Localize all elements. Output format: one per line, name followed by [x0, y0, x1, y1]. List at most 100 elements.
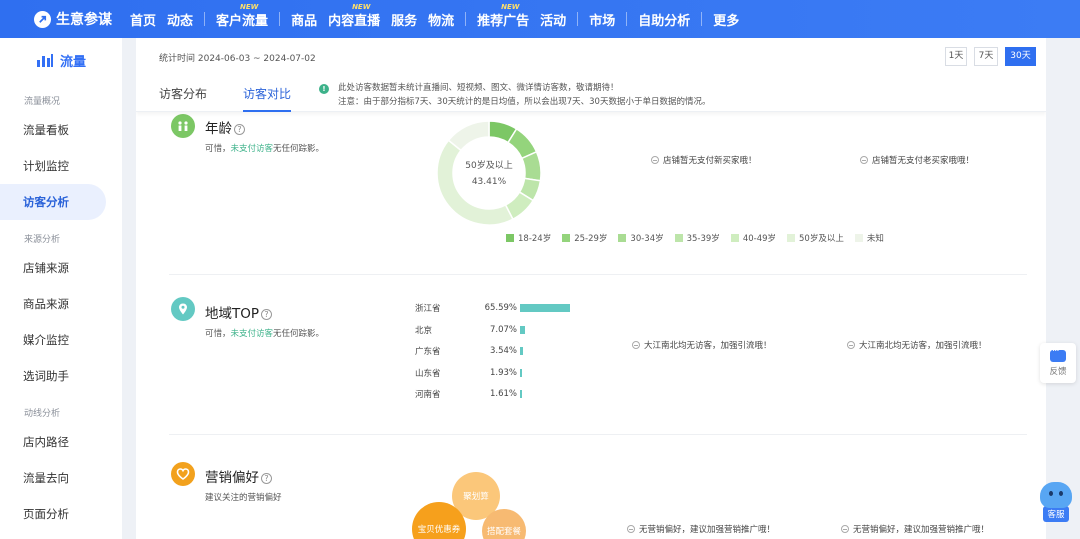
donut-center-category: 50岁及以上	[465, 161, 513, 171]
nav-separator	[465, 12, 467, 26]
nav-item-5[interactable]: 内容 NEW	[328, 3, 370, 29]
legend-item[interactable]: 30-34岁	[618, 232, 664, 244]
age-section-icon	[171, 114, 195, 138]
nav-separator	[204, 12, 206, 26]
nav-menu: 首页 动态 客户 NEW 流量 商品 内容 NEW 直播 服务 物流 推荐 NEW 广告 活动 市场 自助分析 更…	[130, 0, 739, 38]
legend-label: 50岁及以上	[799, 234, 844, 244]
help-icon[interactable]: ?	[261, 473, 272, 484]
donut-center-value: 43.41%	[471, 177, 507, 187]
stat-time: 统计时间 2024-06-03 ~ 2024-07-02	[159, 54, 316, 64]
region-percent: 1.93%	[489, 367, 517, 378]
nav-item-6[interactable]: 直播	[354, 10, 380, 29]
sidebar-item[interactable]: 店铺来源	[0, 250, 122, 286]
nav-item-13[interactable]: 自助分析	[638, 10, 690, 29]
app-name: 生意参谋	[56, 12, 112, 28]
tab-1[interactable]: 访客对比	[243, 85, 292, 112]
main-panel: 统计时间 2024-06-03 ~ 2024-07-02 1天 7天 30天 访客分…	[136, 38, 1046, 539]
age-title: 年龄?	[205, 117, 245, 137]
sidebar-item[interactable]: 流量去向	[0, 460, 122, 496]
legend-item[interactable]: 未知	[854, 232, 884, 244]
age-subtitle: 可惜，未支付访客无任何踪影。	[205, 144, 325, 154]
donut-center-label: 50岁及以上 43.41%	[436, 158, 542, 190]
legend-swatch	[787, 234, 796, 242]
sidebar-item[interactable]: 计划监控	[0, 148, 122, 184]
range-button[interactable]: 7天	[974, 47, 998, 66]
sidebar-item[interactable]: 店内路径	[0, 424, 122, 460]
sidebar-item[interactable]: 访客分析	[0, 184, 106, 220]
sidebar-item[interactable]: 选词助手	[0, 358, 122, 394]
sidebar-item[interactable]: 页面分析	[0, 496, 122, 532]
legend-item[interactable]: 40-49岁	[730, 232, 777, 244]
nav-item-1[interactable]: 动态	[167, 10, 193, 29]
customer-service-label: 客服	[1043, 506, 1069, 522]
range-button[interactable]: 1天	[945, 47, 967, 66]
help-icon[interactable]: ?	[234, 124, 245, 135]
nav-item-2[interactable]: 客户 NEW	[216, 3, 258, 29]
bar-chart-icon	[36, 54, 53, 67]
heart-icon	[176, 468, 190, 480]
legend-item[interactable]: 35-39岁	[674, 232, 720, 244]
region-hint-a: 大江南北均无访客，加强引流哦！	[632, 339, 772, 351]
nav-item-8[interactable]: 物流	[428, 10, 454, 29]
region-bar	[520, 390, 522, 398]
legend-label: 35-39岁	[686, 234, 720, 244]
nav-separator	[701, 12, 703, 26]
nav-item-14[interactable]: 更多	[713, 10, 739, 29]
region-name: 北京	[415, 325, 433, 336]
legend-label: 30-34岁	[630, 234, 664, 244]
region-bar	[520, 347, 523, 355]
marketing-subtitle: 建议关注的营销偏好	[205, 493, 282, 503]
sidebar-title[interactable]: 流量	[0, 38, 122, 82]
feedback-button[interactable]: 反馈	[1040, 343, 1076, 383]
donut-slice[interactable]	[447, 120, 490, 152]
nav-item-3[interactable]: 流量	[242, 10, 268, 29]
marketing-hint-a: 无营销偏好，建议加强营销推广哦！	[627, 523, 775, 535]
nav-item-10[interactable]: 广告	[503, 10, 529, 29]
sidebar-group-heading: 来源分析	[24, 235, 61, 245]
region-bar	[520, 325, 526, 334]
range-button[interactable]: 30天	[1005, 47, 1036, 66]
nav-item-7[interactable]: 服务	[391, 10, 417, 29]
legend-label: 25-29岁	[574, 234, 608, 244]
nav-item-11[interactable]: 活动	[540, 10, 566, 29]
tab-0[interactable]: 访客分布	[159, 85, 207, 112]
nav-separator	[279, 12, 281, 26]
nav-item-12[interactable]: 市场	[589, 10, 615, 29]
region-percent: 3.54%	[489, 346, 517, 356]
nav-separator	[577, 12, 579, 26]
divider	[169, 274, 1027, 275]
marketing-bubble: 搭配套餐	[482, 509, 526, 539]
notice-line-2: 注意：由于部分指标7天、30天统计的是日均值，所以会出现7天、30天数据小于单日…	[338, 97, 711, 107]
legend-label: 18-24岁	[518, 234, 552, 244]
nav-separator	[626, 12, 628, 26]
marketing-hint-b: 无营销偏好，建议加强营销推广哦！	[841, 523, 989, 535]
app-logo[interactable]: 生意参谋	[34, 9, 130, 29]
info-icon: !	[319, 84, 329, 94]
legend-item[interactable]: 50岁及以上	[787, 232, 844, 244]
sidebar-item[interactable]: 流量看板	[0, 112, 122, 148]
sidebar-item[interactable]: 媒介监控	[0, 322, 122, 358]
sidebar-item[interactable]: 商品来源	[0, 286, 122, 322]
tab-bar: 访客分布 访客对比	[159, 85, 327, 112]
legend-swatch	[618, 234, 627, 242]
date-range-selector: 1天 7天 30天	[945, 47, 1036, 66]
legend-swatch	[562, 234, 571, 242]
region-name: 浙江省	[415, 304, 441, 314]
region-row: 浙江省 65.59%	[415, 302, 570, 314]
nav-item-4[interactable]: 商品	[291, 10, 317, 29]
legend-item[interactable]: 25-29岁	[562, 232, 607, 244]
region-name: 广东省	[415, 347, 441, 357]
sidebar-title-label: 流量	[59, 54, 86, 70]
region-bar	[520, 304, 570, 312]
legend-swatch	[730, 234, 739, 242]
sidebar-group-heading: 流量概况	[24, 97, 61, 107]
help-icon[interactable]: ?	[261, 309, 273, 320]
marketing-section-icon	[171, 462, 195, 486]
nav-item-9[interactable]: 推荐 NEW	[477, 3, 519, 29]
legend-swatch	[854, 234, 863, 242]
customer-service-button[interactable]: 客服	[1036, 482, 1076, 524]
region-percent: 7.07%	[489, 324, 517, 335]
nav-item-0[interactable]: 首页	[130, 10, 156, 29]
legend-label: 40-49岁	[742, 234, 777, 244]
legend-item[interactable]: 18-24岁	[506, 232, 551, 244]
